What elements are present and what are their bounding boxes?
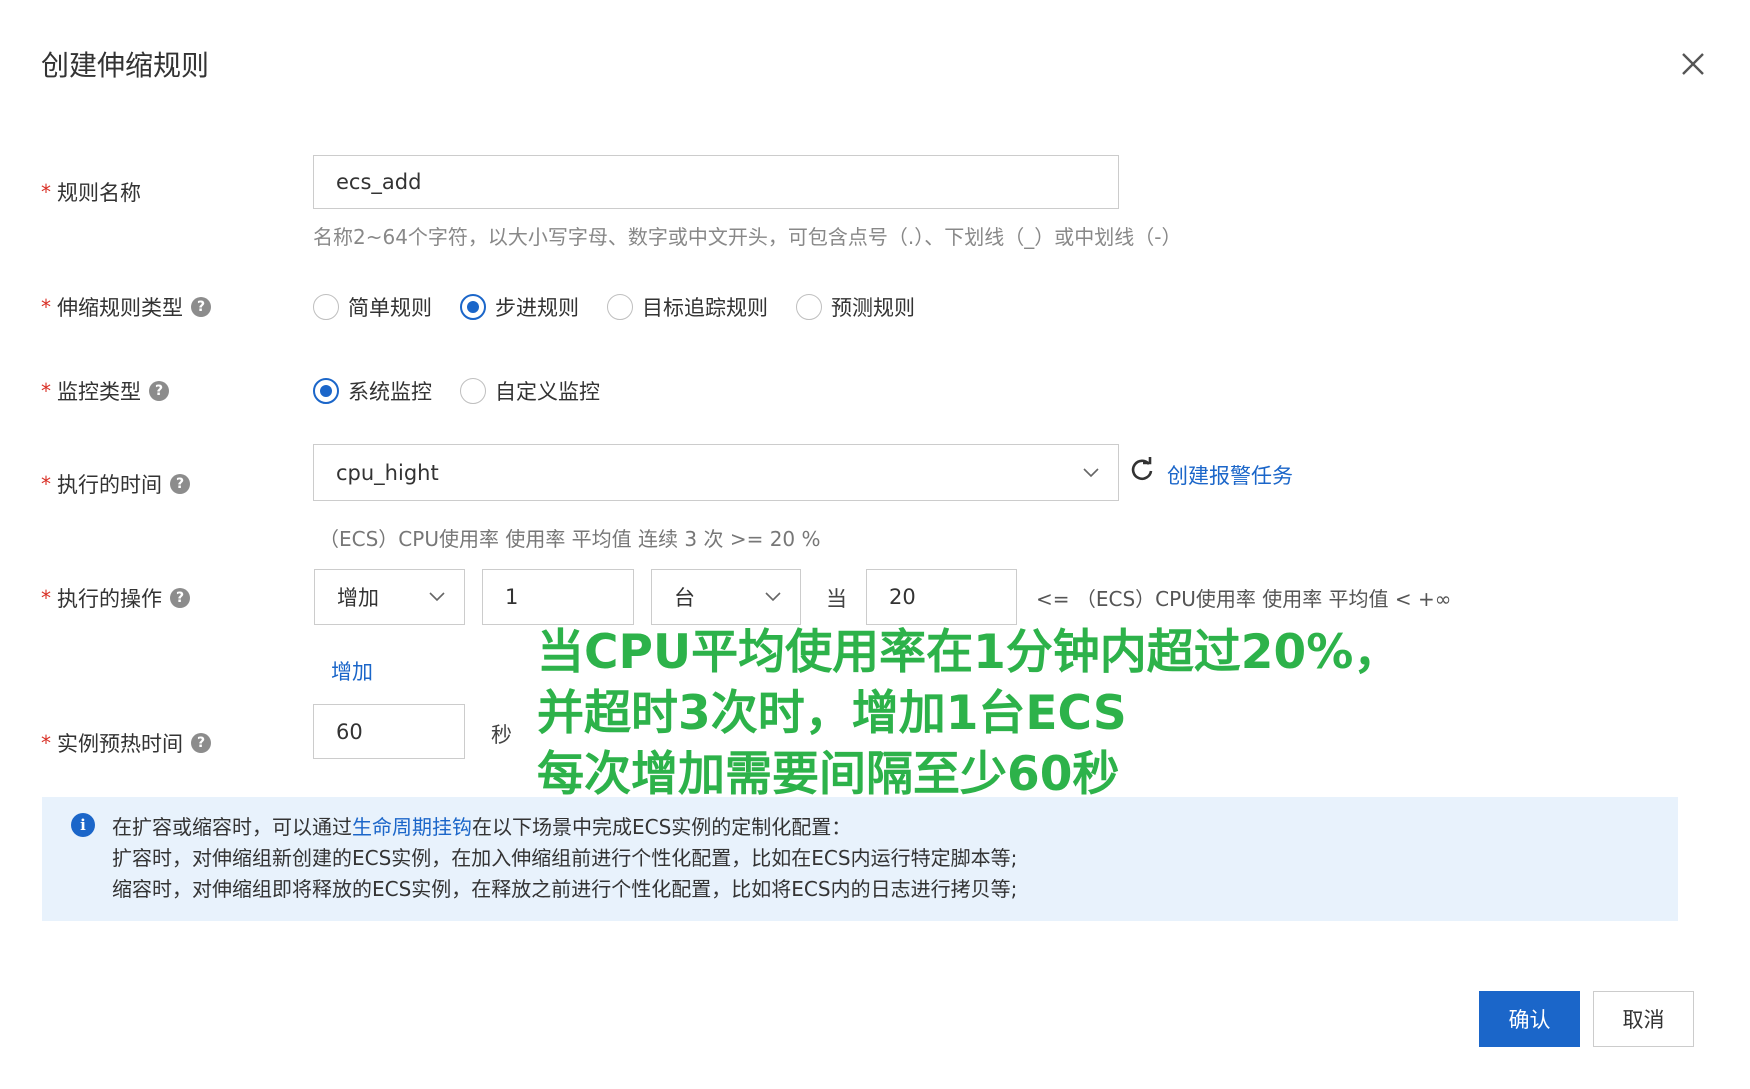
radio-label: 步进规则 bbox=[495, 296, 579, 320]
unit-value: 台 bbox=[674, 586, 695, 610]
unit-select[interactable]: 台 bbox=[651, 569, 801, 625]
alarm-task-select[interactable]: cpu_hight bbox=[313, 444, 1119, 501]
radio-simple-rule[interactable]: 简单规则 bbox=[313, 292, 432, 322]
create-scaling-rule-dialog: 创建伸缩规则 * 规则名称 ecs_add 名称2~64个字符，以大小写字母、数… bbox=[0, 0, 1750, 1089]
info-line-2: 扩容时，对伸缩组新创建的ECS实例，在加入伸缩组前进行个性化配置，比如在ECS内… bbox=[112, 846, 1018, 870]
monitor-type-label: * 监控类型 ? bbox=[41, 376, 169, 406]
lifecycle-hook-info-box: i 在扩容或缩容时，可以通过生命周期挂钩在以下场景中完成ECS实例的定制化配置：… bbox=[42, 797, 1678, 921]
alarm-task-value: cpu_hight bbox=[336, 460, 439, 485]
add-step-link[interactable]: 增加 bbox=[331, 656, 373, 686]
radio-step-rule[interactable]: 步进规则 bbox=[460, 292, 579, 322]
info-text: 在扩容或缩容时，可以通过生命周期挂钩在以下场景中完成ECS实例的定制化配置： 扩… bbox=[112, 812, 1017, 905]
radio-target-tracking-rule[interactable]: 目标追踪规则 bbox=[607, 292, 768, 322]
rule-name-label: * 规则名称 bbox=[41, 177, 141, 207]
operation-value: 增加 bbox=[337, 586, 379, 610]
radio-circle[interactable] bbox=[313, 378, 339, 404]
exec-time-label: * 执行的时间 ? bbox=[41, 469, 190, 499]
required-mark: * bbox=[41, 295, 51, 319]
amount-input[interactable]: 1 bbox=[482, 569, 634, 625]
radio-label: 系统监控 bbox=[348, 380, 432, 404]
threshold-input[interactable]: 20 bbox=[866, 569, 1017, 625]
warmup-unit: 秒 bbox=[491, 723, 512, 747]
warmup-label-text: 实例预热时间 bbox=[57, 732, 183, 756]
exec-time-label-text: 执行的时间 bbox=[57, 473, 162, 497]
monitor-type-label-text: 监控类型 bbox=[57, 380, 141, 404]
info-icon: i bbox=[71, 813, 95, 837]
help-icon[interactable]: ? bbox=[170, 588, 190, 608]
radio-label: 目标追踪规则 bbox=[642, 296, 768, 320]
required-mark: * bbox=[41, 379, 51, 403]
lifecycle-hook-link[interactable]: 生命周期挂钩 bbox=[352, 815, 472, 839]
rule-type-radio-group: 简单规则 步进规则 目标追踪规则 预测规则 bbox=[313, 292, 943, 322]
rule-type-label-text: 伸缩规则类型 bbox=[57, 296, 183, 320]
radio-label: 简单规则 bbox=[348, 296, 432, 320]
required-mark: * bbox=[41, 586, 51, 610]
rule-type-label: * 伸缩规则类型 ? bbox=[41, 292, 211, 322]
radio-predictive-rule[interactable]: 预测规则 bbox=[796, 292, 915, 322]
chevron-down-icon bbox=[429, 592, 445, 602]
green-annotation: 当CPU平均使用率在1分钟内超过20%， 并超时3次时，增加1台ECS 每次增加… bbox=[537, 622, 1400, 805]
radio-circle[interactable] bbox=[796, 294, 822, 320]
warmup-label: * 实例预热时间 ? bbox=[41, 728, 211, 758]
help-icon[interactable]: ? bbox=[149, 381, 169, 401]
amount-value: 1 bbox=[505, 585, 519, 609]
cancel-button[interactable]: 取消 bbox=[1593, 991, 1694, 1047]
rule-name-value: ecs_add bbox=[336, 170, 422, 194]
radio-label: 预测规则 bbox=[831, 296, 915, 320]
close-icon[interactable] bbox=[1679, 50, 1707, 78]
monitor-type-radio-group: 系统监控 自定义监控 bbox=[313, 376, 628, 406]
threshold-value: 20 bbox=[889, 585, 916, 609]
radio-circle[interactable] bbox=[607, 294, 633, 320]
rule-name-label-text: 规则名称 bbox=[57, 181, 141, 205]
radio-circle[interactable] bbox=[460, 294, 486, 320]
annotation-line-1: 当CPU平均使用率在1分钟内超过20%， bbox=[537, 625, 1401, 680]
warmup-value: 60 bbox=[336, 719, 363, 744]
radio-circle[interactable] bbox=[313, 294, 339, 320]
annotation-line-3: 每次增加需要间隔至少60秒 bbox=[537, 747, 1120, 802]
exec-action-label: * 执行的操作 ? bbox=[41, 583, 190, 613]
when-label: 当 bbox=[826, 587, 847, 611]
info-line-1-prefix: 在扩容或缩容时，可以通过 bbox=[112, 815, 352, 839]
help-icon[interactable]: ? bbox=[191, 733, 211, 753]
chevron-down-icon bbox=[765, 592, 781, 602]
condition-text: <= （ECS）CPU使用率 使用率 平均值 < +∞ bbox=[1036, 587, 1452, 611]
help-icon[interactable]: ? bbox=[170, 474, 190, 494]
chevron-down-icon bbox=[1083, 467, 1099, 477]
refresh-icon[interactable] bbox=[1129, 456, 1155, 482]
alarm-description: （ECS）CPU使用率 使用率 平均值 连续 3 次 >= 20 % bbox=[319, 527, 821, 551]
radio-custom-monitor[interactable]: 自定义监控 bbox=[460, 376, 600, 406]
required-mark: * bbox=[41, 472, 51, 496]
operation-select[interactable]: 增加 bbox=[314, 569, 465, 625]
confirm-button[interactable]: 确认 bbox=[1479, 991, 1580, 1047]
create-alarm-task-link[interactable]: 创建报警任务 bbox=[1167, 460, 1293, 490]
info-line-1: 在扩容或缩容时，可以通过生命周期挂钩在以下场景中完成ECS实例的定制化配置： bbox=[112, 812, 1017, 843]
info-line-1-suffix: 在以下场景中完成ECS实例的定制化配置： bbox=[472, 815, 852, 839]
radio-system-monitor[interactable]: 系统监控 bbox=[313, 376, 432, 406]
warmup-input[interactable]: 60 bbox=[313, 704, 465, 759]
required-mark: * bbox=[41, 180, 51, 204]
info-line-3: 缩容时，对伸缩组即将释放的ECS实例，在释放之前进行个性化配置，比如将ECS内的… bbox=[112, 877, 1018, 901]
annotation-line-2: 并超时3次时，增加1台ECS bbox=[537, 686, 1127, 741]
rule-name-input[interactable]: ecs_add bbox=[313, 155, 1119, 209]
dialog-title: 创建伸缩规则 bbox=[41, 49, 210, 82]
required-mark: * bbox=[41, 731, 51, 755]
rule-name-hint: 名称2~64个字符，以大小写字母、数字或中文开头，可包含点号（.）、下划线（_）… bbox=[313, 225, 1182, 249]
exec-action-label-text: 执行的操作 bbox=[57, 587, 162, 611]
help-icon[interactable]: ? bbox=[191, 297, 211, 317]
radio-label: 自定义监控 bbox=[495, 380, 600, 404]
radio-circle[interactable] bbox=[460, 378, 486, 404]
